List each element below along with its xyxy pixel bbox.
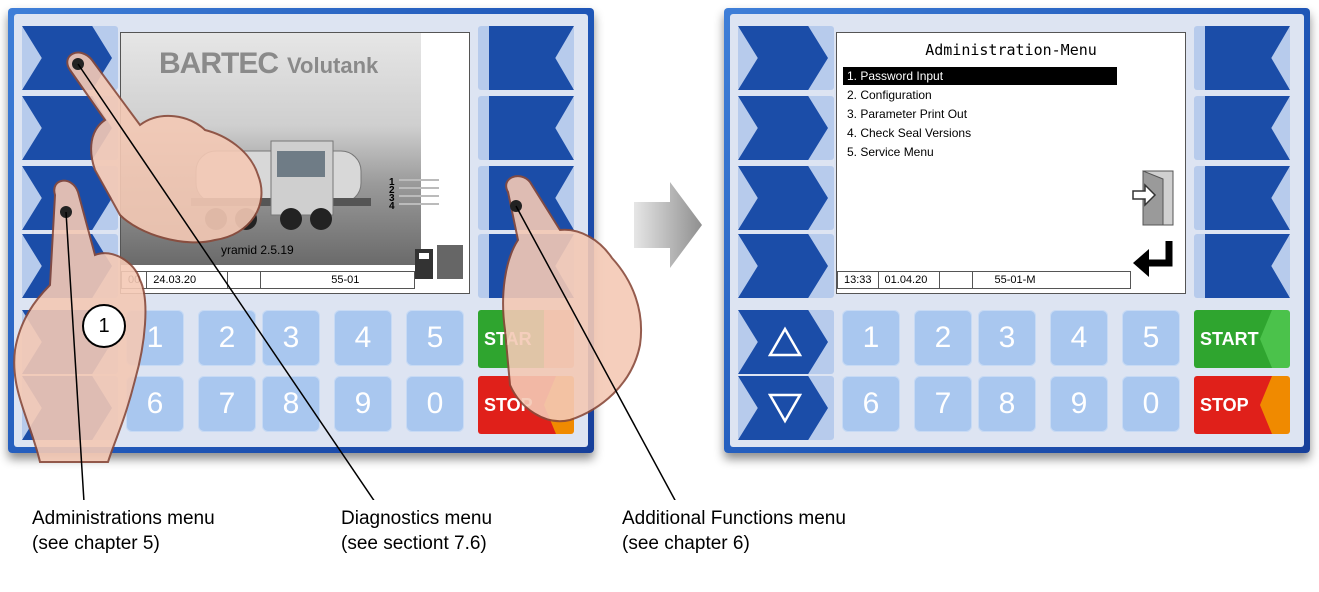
enter-return-icon[interactable]	[1129, 237, 1179, 281]
scroll-up-button[interactable]	[738, 310, 834, 374]
softkey-right-4[interactable]	[1194, 234, 1290, 298]
key-2[interactable]: 2	[914, 310, 972, 366]
menu-item-password-input[interactable]: 1. Password Input	[843, 67, 1117, 85]
softkey-right-3[interactable]	[1194, 166, 1290, 230]
softkey-left-3[interactable]	[738, 166, 834, 230]
terminal-right: Administration-Menu 1. Password Input 2.…	[724, 8, 1310, 453]
exit-door-icon	[1132, 170, 1174, 226]
menu-item-service-menu[interactable]: 5. Service Menu	[843, 143, 1117, 161]
stop-button[interactable]: STOP	[1194, 376, 1290, 434]
key-6[interactable]: 6	[842, 376, 900, 432]
menu-item-parameter-print-out[interactable]: 3. Parameter Print Out	[843, 105, 1117, 123]
key-0[interactable]: 0	[1122, 376, 1180, 432]
key-8[interactable]: 8	[978, 376, 1036, 432]
pointing-hands-illustration	[13, 51, 676, 500]
key-9[interactable]: 9	[1050, 376, 1108, 432]
status-bar-right: 13:33 01.04.20 55-01-M	[837, 271, 1131, 289]
key-4[interactable]: 4	[1050, 310, 1108, 366]
softkey-right-2[interactable]	[1194, 96, 1290, 160]
callout-badge: 1	[82, 304, 126, 348]
key-3[interactable]: 3	[978, 310, 1036, 366]
softkey-left-2[interactable]	[738, 96, 834, 160]
menu-item-configuration[interactable]: 2. Configuration	[843, 86, 1117, 104]
scroll-down-button[interactable]	[738, 376, 834, 440]
menu-title: Administration-Menu	[925, 41, 1097, 59]
softkey-right-1[interactable]	[1194, 26, 1290, 90]
display-right: Administration-Menu 1. Password Input 2.…	[836, 32, 1186, 294]
caption-additional-functions: Additional Functions menu (see chapter 6)	[622, 508, 846, 554]
key-5[interactable]: 5	[1122, 310, 1180, 366]
up-arrow-icon	[768, 326, 802, 357]
start-button[interactable]: START	[1194, 310, 1290, 368]
down-arrow-icon	[768, 393, 802, 424]
caption-diagnostics: Diagnostics menu (see sectiont 7.6)	[341, 508, 493, 554]
key-7[interactable]: 7	[914, 376, 972, 432]
key-1[interactable]: 1	[842, 310, 900, 366]
softkey-left-1[interactable]	[738, 26, 834, 90]
arrow-right-icon	[634, 182, 702, 268]
menu-item-check-seal-versions[interactable]: 4. Check Seal Versions	[843, 124, 1117, 142]
caption-administration: Administrations menu (see chapter 5)	[32, 508, 215, 554]
softkey-left-4[interactable]	[738, 234, 834, 298]
